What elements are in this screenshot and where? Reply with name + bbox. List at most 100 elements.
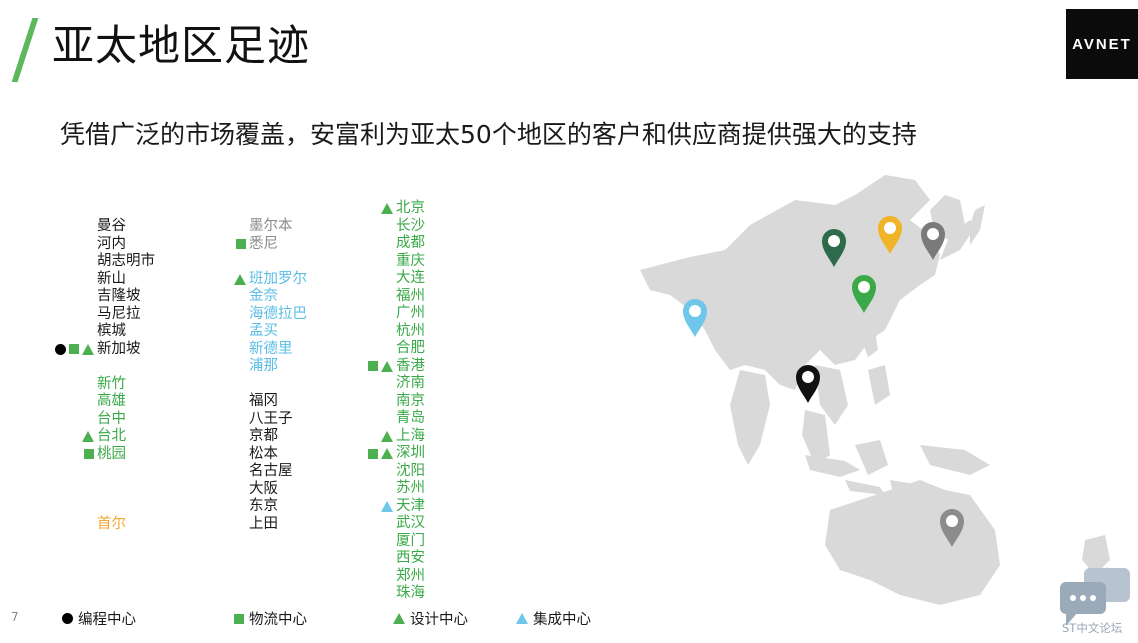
city-markers (44, 343, 94, 355)
map-pin-northern-china (822, 229, 846, 267)
city-label: 金奈 (249, 288, 278, 304)
city-row: 台北 (44, 428, 155, 446)
city-row: 孟买 (226, 323, 307, 341)
city-label: 天津 (396, 497, 425, 514)
legend-label: 物流中心 (249, 612, 307, 628)
city-row: 武汉 (358, 515, 425, 533)
title-accent-slash (11, 18, 39, 82)
city-markers (358, 360, 393, 372)
city-row: 长沙 (358, 218, 425, 236)
city-label: 八王子 (249, 410, 293, 427)
design-center-icon (381, 203, 393, 215)
logistics-center-icon (234, 613, 244, 624)
city-label: 河内 (97, 235, 126, 252)
city-label: 郑州 (396, 567, 425, 584)
city-label: 马尼拉 (97, 305, 141, 322)
legend: 编程中心 物流中心 设计中心 集成中心 (0, 608, 700, 630)
page-number: 7 (11, 610, 19, 624)
logistics-center-icon (69, 344, 79, 355)
city-row: 马尼拉 (44, 306, 155, 324)
city-row: 班加罗尔 (226, 271, 307, 289)
city-label: 浦那 (249, 358, 278, 374)
city-label: 济南 (396, 375, 425, 391)
legend-label: 集成中心 (533, 612, 591, 628)
city-label: 福州 (396, 287, 425, 304)
city-label: 名古屋 (249, 463, 293, 479)
city-row: 天津 (358, 498, 425, 516)
city-label: 高雄 (97, 393, 126, 409)
city-row: 松本 (226, 446, 307, 464)
city-label: 福冈 (249, 393, 278, 409)
city-row: 上田 (226, 516, 307, 534)
city-label: 新加坡 (97, 340, 141, 357)
legend-item: 物流中心 (234, 608, 307, 629)
city-markers (358, 448, 393, 460)
city-label: 大阪 (249, 480, 278, 497)
map-pin-india (683, 299, 707, 337)
city-row: 曼谷 (44, 218, 155, 236)
city-label: 松本 (249, 445, 278, 462)
city-label: 台中 (97, 410, 126, 427)
city-row: 名古屋 (226, 463, 307, 481)
design-center-icon (82, 343, 94, 355)
map-pins (683, 216, 964, 547)
city-row: 南京 (358, 393, 425, 411)
design-center-icon (381, 360, 393, 372)
avnet-logo: AVNET (1066, 9, 1138, 79)
city-label: 吉隆坡 (97, 288, 141, 304)
city-label: 沈阳 (396, 462, 425, 479)
city-row: 首尔 (44, 516, 155, 534)
slide-title: 亚太地区足迹 (52, 21, 311, 70)
city-label: 新竹 (97, 375, 126, 392)
city-label: 武汉 (396, 515, 425, 531)
city-row: 苏州 (358, 480, 425, 498)
city-markers (44, 431, 94, 443)
city-label: 杭州 (396, 322, 425, 339)
city-row: 西安 (358, 550, 425, 568)
city-label: 重庆 (396, 252, 425, 269)
city-label: 京都 (249, 428, 278, 444)
city-label: 新山 (97, 270, 126, 287)
city-column-china: 北京 长沙 成都 重庆 大连 福州 广州 杭州 合肥 香港 济南 南京 青岛 上海 深圳 沈阳 苏州 天津 武汉 厦门… (358, 200, 425, 603)
city-label: 东京 (249, 498, 278, 514)
design-center-icon (234, 273, 246, 285)
city-markers (358, 203, 393, 215)
city-row: 海德拉巴 (226, 306, 307, 324)
city-label: 深圳 (396, 445, 425, 461)
city-label: 胡志明市 (97, 253, 155, 269)
city-row: 广州 (358, 305, 425, 323)
city-label: 海德拉巴 (249, 305, 307, 322)
city-label: 长沙 (396, 217, 425, 234)
city-row: 高雄 (44, 393, 155, 411)
design-center-icon (82, 431, 94, 443)
city-markers (358, 430, 393, 442)
city-row: 浦那 (226, 358, 307, 376)
city-label: 合肥 (396, 340, 425, 356)
legend-label: 编程中心 (78, 612, 136, 628)
city-row: 墨尔本 (226, 218, 307, 236)
city-row: 新山 (44, 271, 155, 289)
city-label: 南京 (396, 392, 425, 409)
city-label: 台北 (97, 428, 126, 444)
city-label: 苏州 (396, 480, 425, 496)
city-row: 厦门 (358, 533, 425, 551)
city-label: 班加罗尔 (249, 270, 307, 287)
programming-center-icon (62, 613, 73, 624)
city-row: 悉尼 (226, 236, 307, 254)
map-pin-japan (921, 222, 945, 260)
city-row: 郑州 (358, 568, 425, 586)
city-label: 大连 (396, 270, 425, 286)
slide-subtitle: 凭借广泛的市场覆盖，安富利为亚太50个地区的客户和供应商提供强大的支持 (60, 120, 917, 149)
city-label: 上田 (249, 515, 278, 532)
city-label: 厦门 (396, 532, 425, 549)
city-row: 福州 (358, 288, 425, 306)
city-label: 上海 (396, 427, 425, 444)
city-row: 京都 (226, 428, 307, 446)
city-label: 青岛 (396, 410, 425, 426)
city-row: 成都 (358, 235, 425, 253)
legend-item: 设计中心 (393, 608, 468, 629)
logistics-center-icon (368, 448, 378, 459)
city-label: 墨尔本 (249, 218, 293, 234)
